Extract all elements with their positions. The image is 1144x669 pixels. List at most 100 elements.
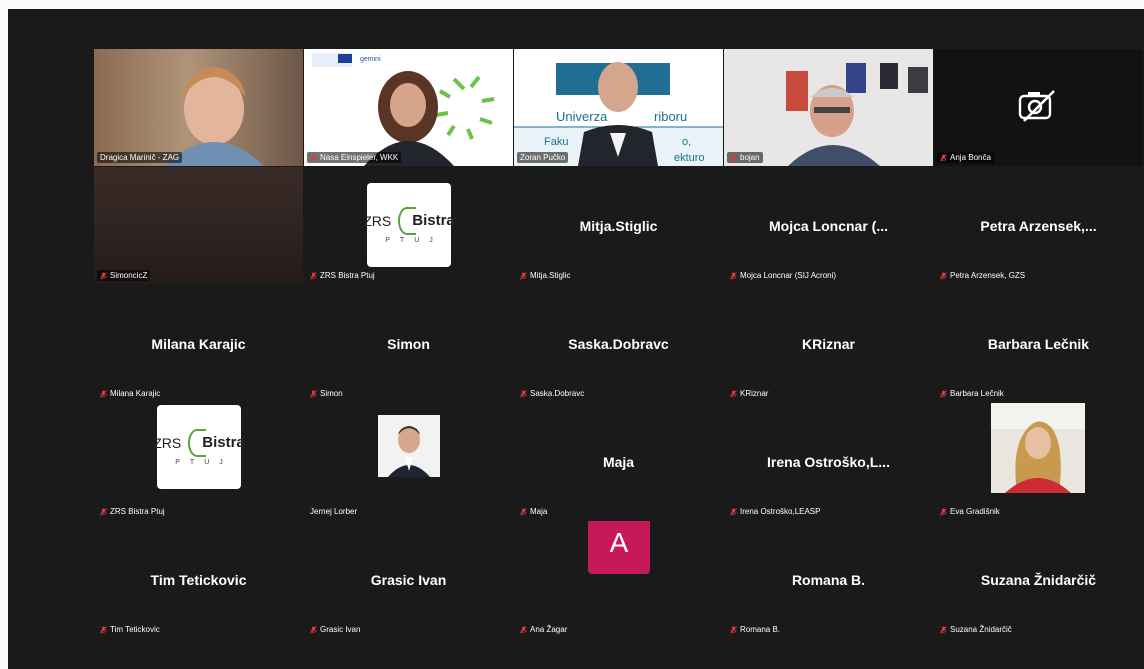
participant-tile[interactable]: Irena Ostroško,L... Irena Ostroško,LEASP — [724, 403, 933, 520]
participant-tile[interactable]: Mitja.Stiglic Mitja.Stiglic — [514, 167, 723, 284]
participant-tile[interactable]: A Ana Žagar — [514, 521, 723, 638]
participant-name-label: Mitja.Stiglic — [517, 270, 573, 281]
participant-name-label: KRiznar — [727, 388, 771, 399]
mic-muted-icon — [730, 389, 737, 398]
participant-tile[interactable]: Saska.Dobravc Saska.Dobravc — [514, 285, 723, 402]
participant-tile[interactable]: Suzana Žnidarčič Suzana Žnidarčič — [934, 521, 1143, 638]
profile-photo — [991, 403, 1085, 493]
mic-muted-icon — [310, 271, 317, 280]
zrs-logo-subtitle: PTUJ — [175, 458, 233, 466]
zrs-logo-subtitle: PTUJ — [385, 236, 443, 244]
mic-muted-icon — [310, 153, 317, 162]
participant-name: Petra Arzensek, GZS — [950, 271, 1026, 280]
participant-tile[interactable]: KRiznar KRiznar — [724, 285, 933, 402]
participant-tile[interactable]: Eva Gradišnik — [934, 403, 1143, 520]
participant-tile[interactable]: Barbara Lečnik Barbara Lečnik — [934, 285, 1143, 402]
participant-display-name: Romana B. — [791, 571, 866, 588]
participant-display-name: Irena Ostroško,L... — [767, 453, 890, 470]
participant-name: SimoncicZ — [110, 271, 148, 280]
participant-name-label: Barbara Lečnik — [937, 388, 1007, 399]
participant-tile[interactable]: Tim Tetickovic Tim Tetickovic — [94, 521, 303, 638]
zrs-text: ZRS — [363, 212, 392, 229]
mic-muted-icon — [730, 625, 737, 634]
avatar: A — [588, 521, 650, 574]
video-feed — [724, 49, 933, 166]
participant-name-label: Milana Karajic — [97, 388, 163, 399]
participant-tile[interactable]: Univerza riboru Faku o, ekturo Zoran Pučko — [514, 49, 723, 166]
zrs-arc-mark — [188, 428, 207, 457]
participant-name: Zoran Pučko — [520, 153, 566, 162]
mic-muted-icon — [940, 625, 947, 634]
mic-muted-icon — [520, 507, 527, 516]
participant-name: Milana Karajic — [110, 389, 161, 398]
participant-name-label: Anja Bonča — [937, 152, 994, 163]
participant-tile[interactable]: SimoncicZ — [94, 167, 303, 284]
mic-muted-icon — [940, 389, 947, 398]
svg-text:o,: o, — [682, 136, 691, 148]
participant-tile[interactable]: Dragica Marinič - ZAG — [94, 49, 303, 166]
participant-grid: Dragica Marinič - ZAG gemini Nasa Einspiel… — [94, 49, 1144, 639]
video-feed — [94, 167, 303, 284]
bistra-text: Bistra — [202, 434, 245, 451]
meeting-gallery-view: Dragica Marinič - ZAG gemini Nasa Einspiel… — [8, 9, 1144, 669]
mic-muted-icon — [100, 271, 107, 280]
participant-tile[interactable]: Maja Maja — [514, 403, 723, 520]
participant-tile[interactable]: ZRS Bistra PTUJ ZRS Bistra Ptuj — [304, 167, 513, 284]
mic-muted-icon — [940, 507, 947, 516]
svg-text:Univerza: Univerza — [556, 109, 608, 124]
mic-muted-icon — [940, 271, 947, 280]
zrs-bistra-logo: ZRS Bistra PTUJ — [363, 183, 455, 267]
participant-name: Suzana Žnidarčič — [950, 625, 1012, 634]
participant-name: KRiznar — [740, 389, 769, 398]
zrs-logo-wordmark: ZRS Bistra — [363, 206, 455, 235]
participant-tile[interactable]: Grasic Ivan Grasic Ivan — [304, 521, 513, 638]
participant-display-name: KRiznar — [802, 335, 855, 352]
participant-name-label: ZRS Bistra Ptuj — [307, 270, 378, 281]
participant-name: Tim Tetickovic — [110, 625, 160, 634]
participant-display-name: Mojca Loncnar (... — [768, 217, 888, 234]
participant-tile[interactable]: ZRS Bistra PTUJ ZRS Bistra Ptuj — [94, 403, 303, 520]
participant-display-name: Simon — [387, 335, 430, 352]
participant-tile[interactable]: Simon Simon — [304, 285, 513, 402]
participant-name: Nasa Einspieler, WKK — [320, 153, 399, 162]
participant-name-label: ZRS Bistra Ptuj — [97, 506, 168, 517]
participant-name: Grasic Ivan — [320, 625, 361, 634]
mic-muted-icon — [940, 153, 947, 162]
svg-text:gemini: gemini — [360, 56, 381, 63]
participant-name: Simon — [320, 389, 343, 398]
participant-display-name: Tim Tetickovic — [150, 571, 247, 588]
participant-name: Irena Ostroško,LEASP — [740, 507, 821, 516]
mic-muted-icon — [520, 271, 527, 280]
participant-name: ZRS Bistra Ptuj — [110, 507, 165, 516]
participant-name-label: bojan — [727, 152, 763, 163]
participant-name: Ana Žagar — [530, 625, 568, 634]
participant-name: Saska.Dobravc — [530, 389, 585, 398]
participant-name-label: Grasic Ivan — [307, 624, 363, 635]
participant-name-label: Simon — [307, 388, 346, 399]
participant-display-name: Suzana Žnidarčič — [980, 571, 1097, 588]
participant-tile[interactable]: Jernej Lorber — [304, 403, 513, 520]
mic-muted-icon — [520, 625, 527, 634]
zrs-text: ZRS — [153, 434, 182, 451]
mic-muted-icon — [730, 507, 737, 516]
participant-name: Maja — [530, 507, 548, 516]
mic-muted-icon — [100, 389, 107, 398]
participant-name-label: Suzana Žnidarčič — [937, 624, 1015, 635]
participant-tile[interactable]: Milana Karajic Milana Karajic — [94, 285, 303, 402]
participant-tile[interactable]: gemini Nasa Einspieler, WKK — [304, 49, 513, 166]
svg-text:riboru: riboru — [654, 109, 687, 124]
participant-tile[interactable]: Petra Arzensek,... Petra Arzensek, GZS — [934, 167, 1143, 284]
participant-tile[interactable]: bojan — [724, 49, 933, 166]
participant-name-label: Saska.Dobravc — [517, 388, 587, 399]
mic-muted-icon — [310, 389, 317, 398]
participant-name-label: Dragica Marinič - ZAG — [97, 152, 183, 163]
participant-tile[interactable]: Anja Bonča — [934, 49, 1143, 166]
participant-name-label: Eva Gradišnik — [937, 506, 1003, 517]
participant-name-label: Nasa Einspieler, WKK — [307, 152, 402, 163]
participant-name: Romana B. — [740, 625, 781, 634]
zrs-arc-mark — [398, 206, 417, 235]
participant-tile[interactable]: Mojca Loncnar (... Mojca Loncnar (SIJ Acr… — [724, 167, 933, 284]
mic-muted-icon — [100, 625, 107, 634]
participant-name: Dragica Marinič - ZAG — [100, 153, 180, 162]
participant-tile[interactable]: Romana B. Romana B. — [724, 521, 933, 638]
